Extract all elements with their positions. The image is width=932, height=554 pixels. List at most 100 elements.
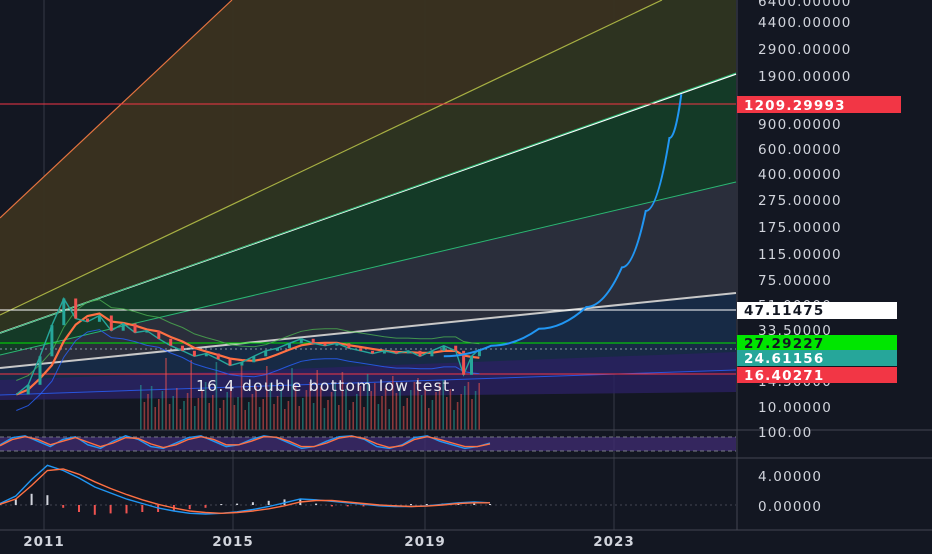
- volume-bar: [402, 406, 405, 430]
- volume-bar: [381, 396, 383, 430]
- macd-bar: [220, 504, 223, 505]
- volume-bar: [410, 390, 412, 430]
- y-tick-2900: 2900.00000: [758, 42, 852, 58]
- volume-bar: [233, 405, 236, 430]
- price-candle: [74, 298, 78, 319]
- stoch-tick-100: 100.00: [758, 425, 812, 441]
- macd-tick-4: 4.00000: [758, 469, 822, 485]
- volume-bar: [154, 407, 156, 430]
- price-candle: [442, 345, 446, 351]
- volume-bar: [464, 386, 466, 430]
- volume-bar: [363, 407, 365, 430]
- price-candle: [382, 350, 386, 354]
- badge-ma-text: 27.29227: [744, 336, 824, 352]
- volume-bar: [356, 394, 358, 430]
- macd-bar: [410, 504, 412, 505]
- macd-bar: [141, 505, 144, 512]
- macd-bar: [267, 500, 270, 505]
- volume-bar: [449, 389, 452, 430]
- volume-bar: [474, 391, 477, 430]
- macd-bar: [251, 502, 254, 505]
- badge-resistance-text: 1209.29993: [744, 98, 846, 114]
- y-tick-6400: 6400.00000: [758, 0, 852, 10]
- volume-bar: [395, 393, 398, 430]
- price-candle: [169, 338, 173, 346]
- price-candle: [109, 315, 113, 331]
- volume-bar: [478, 383, 480, 430]
- volume-bar: [406, 398, 408, 430]
- volume-bar: [377, 404, 380, 430]
- volume-bar: [431, 400, 434, 430]
- volume-bar: [197, 398, 200, 430]
- volume-bar: [143, 402, 146, 430]
- price-candle: [145, 330, 149, 333]
- price-candle: [323, 343, 327, 346]
- volume-bar: [456, 402, 459, 430]
- price-candle: [264, 350, 268, 357]
- price-candle: [470, 356, 473, 375]
- price-candle: [359, 348, 363, 351]
- y-tick-900: 900.00000: [758, 117, 842, 133]
- price-candle: [62, 298, 66, 326]
- price-candle: [26, 384, 30, 395]
- price-candle: [454, 345, 458, 351]
- volume-bar: [258, 407, 261, 430]
- price-candle: [252, 356, 256, 363]
- volume-bar: [251, 394, 254, 430]
- volume-bar: [352, 402, 354, 430]
- volume-bar: [248, 402, 250, 430]
- price-candle: [121, 323, 125, 331]
- macd-bar: [14, 499, 17, 505]
- volume-bar: [323, 408, 326, 430]
- price-candle: [335, 343, 339, 346]
- volume-bar: [305, 390, 308, 430]
- badge-last-price-text: 24.61156: [744, 351, 824, 367]
- macd-bar: [78, 505, 80, 512]
- volume-bar: [194, 406, 196, 430]
- price-candle: [50, 325, 54, 357]
- price-candle: [406, 350, 410, 354]
- chart-svg[interactable]: 16.4 double bottom low test. 6400.00000 …: [0, 0, 932, 550]
- badge-resistance: 1209.29993: [737, 96, 901, 114]
- volume-bar: [446, 397, 448, 430]
- y-tick-115: 115.00000: [758, 247, 842, 263]
- volume-bar: [172, 396, 174, 430]
- volume-bar: [338, 405, 340, 430]
- macd-bar: [236, 503, 239, 505]
- y-tick-275: 275.00000: [758, 193, 842, 209]
- volume-bar: [201, 390, 203, 430]
- volume-bar: [266, 366, 268, 430]
- volume-bar: [161, 391, 164, 430]
- volume-bar: [276, 396, 279, 430]
- macd-tick-0: 0.00000: [758, 499, 822, 515]
- price-candle: [276, 348, 279, 351]
- y-tick-400: 400.00000: [758, 167, 842, 183]
- y-tick-75: 75.00000: [758, 273, 832, 289]
- volume-bar: [168, 404, 171, 430]
- macd-bar: [188, 505, 191, 510]
- chart-root: 16.4 double bottom low test. 6400.00000 …: [0, 0, 932, 550]
- volume-bar: [330, 392, 333, 430]
- volume-bar: [370, 391, 372, 430]
- macd-bar: [425, 504, 428, 505]
- volume-bar: [183, 401, 185, 430]
- volume-bar: [467, 382, 470, 430]
- macd-bar: [46, 495, 49, 505]
- volume-bar: [176, 388, 178, 430]
- volume-bar: [273, 404, 275, 430]
- x-tick-2011: 2011: [23, 534, 65, 550]
- volume-bar: [150, 386, 153, 430]
- volume-bar: [222, 400, 225, 430]
- volume-bar: [302, 398, 304, 430]
- volume-bar: [158, 399, 160, 430]
- volume-bar: [388, 409, 390, 430]
- price-candle: [394, 350, 398, 354]
- x-tick-2023: 2023: [593, 534, 635, 550]
- volume-bar: [460, 394, 462, 430]
- price-candle: [216, 353, 220, 360]
- badge-upper-trend-text: 47.11475: [744, 303, 824, 319]
- volume-bar: [237, 397, 239, 430]
- badge-ma: 27.29227: [737, 335, 897, 352]
- macd-bar: [109, 505, 112, 514]
- volume-bar: [226, 392, 228, 430]
